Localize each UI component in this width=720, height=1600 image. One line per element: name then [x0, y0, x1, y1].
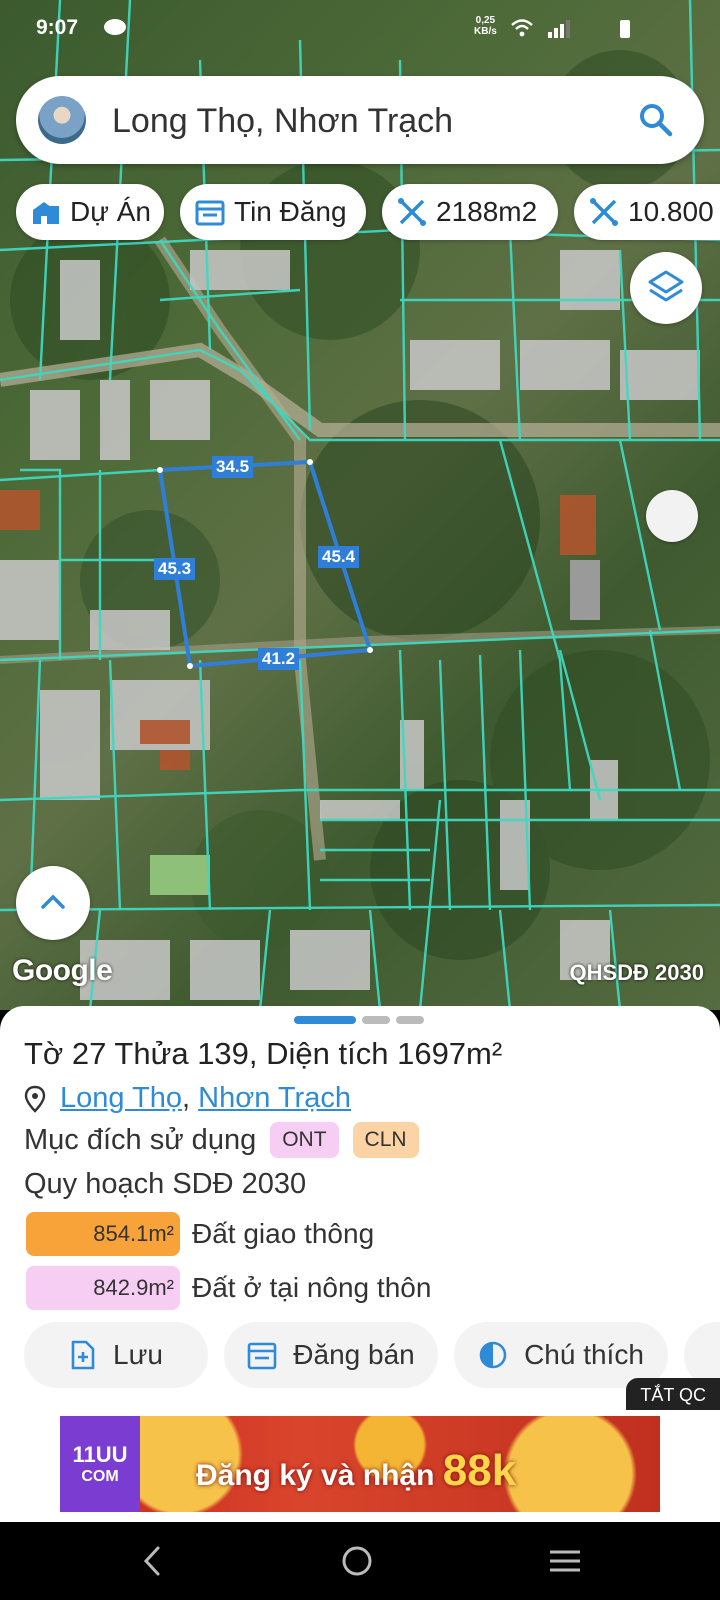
status-time: 9:07: [36, 16, 79, 39]
ad-banner[interactable]: 11UU COM Đăng ký và nhận 88k: [60, 1416, 660, 1512]
save-button[interactable]: Lưu: [24, 1322, 208, 1388]
expand-button[interactable]: [16, 866, 90, 940]
ruler-icon: [590, 198, 618, 226]
ad-text: Đăng ký và nhận 88k: [196, 1446, 516, 1496]
parcel-info-sheet: Tờ 27 Thửa 139, Diện tích 1697m² Long Th…: [0, 1006, 720, 1412]
system-nav-bar: [0, 1522, 720, 1600]
chip-area[interactable]: 2188m2: [382, 184, 558, 240]
purpose-tag-ont[interactable]: ONT: [270, 1122, 339, 1158]
signal-icon: [548, 20, 570, 38]
dimension-label-bottom: 41.2: [258, 648, 300, 670]
dimension-label-right: 45.4: [318, 546, 360, 568]
ad-container: 11UU COM Đăng ký và nhận 88k: [0, 1410, 720, 1522]
map-layer-label: QHSDĐ 2030: [569, 960, 704, 985]
map-view[interactable]: 34.5 45.3 45.4 41.2 9:07 0,25 KB/s Long …: [0, 0, 720, 1010]
ad-logo-top: 11UU: [72, 1442, 128, 1467]
status-bar: 9:07 0,25 KB/s: [0, 0, 720, 60]
home-icon[interactable]: [340, 1544, 374, 1578]
chip-du-an[interactable]: Dự Án: [16, 184, 164, 240]
chip-label: Tin Đăng: [234, 196, 347, 227]
back-icon[interactable]: [138, 1544, 168, 1578]
location-link-ward[interactable]: Long Thọ: [60, 1082, 182, 1115]
recents-icon[interactable]: [548, 1544, 582, 1578]
layers-icon: [648, 270, 684, 302]
dimension-label-top: 34.5: [212, 456, 254, 478]
location-pin-icon: [24, 1085, 46, 1113]
save-label: Lưu: [113, 1339, 163, 1370]
area-value: 842.9m²: [26, 1266, 180, 1310]
ruler-icon: [398, 198, 426, 226]
network-speed-value: 0,25: [475, 15, 496, 26]
chip-label: 2188m2: [436, 196, 538, 227]
location-button[interactable]: [646, 490, 698, 542]
post-icon: [247, 1342, 277, 1370]
legend-icon: [479, 1341, 507, 1369]
building-icon: [33, 202, 59, 224]
sheet-handle-active[interactable]: [294, 1016, 356, 1024]
wifi-icon: [511, 19, 533, 37]
location-separator: ,: [182, 1082, 199, 1114]
avatar[interactable]: [38, 96, 86, 144]
purpose-label: Mục đích sử dụng: [24, 1123, 257, 1156]
network-speed: 0,25 KB/s: [474, 15, 497, 37]
post-for-sale-button[interactable]: Đăng bán: [224, 1322, 438, 1388]
ad-text-main: Đăng ký và nhận: [196, 1459, 435, 1492]
area-label: Đất giao thông: [192, 1218, 375, 1249]
parcel-title: Tờ 27 Thửa 139, Diện tích 1697m²: [24, 1036, 503, 1071]
land-use-purpose: Mục đích sử dụng ONT CLN: [24, 1122, 419, 1158]
search-icon[interactable]: [636, 100, 676, 140]
notification-dot-icon: [104, 19, 126, 35]
sheet-handle[interactable]: [362, 1016, 390, 1024]
area-value: 854.1m²: [26, 1212, 180, 1256]
chip-label: 10.800: [628, 196, 714, 227]
search-bar[interactable]: Long Thọ, Nhơn Trạch: [16, 76, 704, 164]
post-label: Đăng bán: [293, 1339, 415, 1370]
ad-amount: 88k: [442, 1446, 517, 1495]
chip-tin-dang[interactable]: Tin Đăng: [180, 184, 366, 240]
area-row: 854.1m² Đất giao thông: [26, 1212, 374, 1256]
chip-price[interactable]: 10.800: [574, 184, 720, 240]
calendar-icon: [195, 200, 225, 226]
ad-logo-bottom: COM: [81, 1468, 119, 1485]
plan-label: Quy hoạch SDĐ 2030: [24, 1168, 307, 1200]
location-link-district[interactable]: Nhơn Trạch: [198, 1082, 351, 1115]
ad-logo: 11UU COM: [60, 1416, 140, 1512]
sheet-handle[interactable]: [396, 1016, 424, 1024]
search-input[interactable]: Long Thọ, Nhơn Trạch: [112, 102, 453, 141]
area-row: 842.9m² Đất ở tại nông thôn: [26, 1266, 431, 1310]
dimension-label-left: 45.3: [154, 558, 196, 580]
parcel-location: Long Thọ , Nhơn Trạch: [24, 1082, 351, 1115]
chevron-up-icon: [41, 894, 65, 909]
battery-icon: [620, 20, 630, 38]
save-icon: [71, 1340, 95, 1370]
chip-label: Dự Án: [70, 196, 151, 227]
close-ad-button[interactable]: TẮT QC: [626, 1378, 720, 1412]
google-logo: Google: [12, 954, 113, 987]
legend-label: Chú thích: [524, 1339, 644, 1370]
purpose-tag-cln[interactable]: CLN: [352, 1122, 419, 1158]
layers-button[interactable]: [630, 252, 702, 324]
area-label: Đất ở tại nông thôn: [192, 1272, 432, 1303]
network-speed-unit: KB/s: [474, 26, 497, 37]
